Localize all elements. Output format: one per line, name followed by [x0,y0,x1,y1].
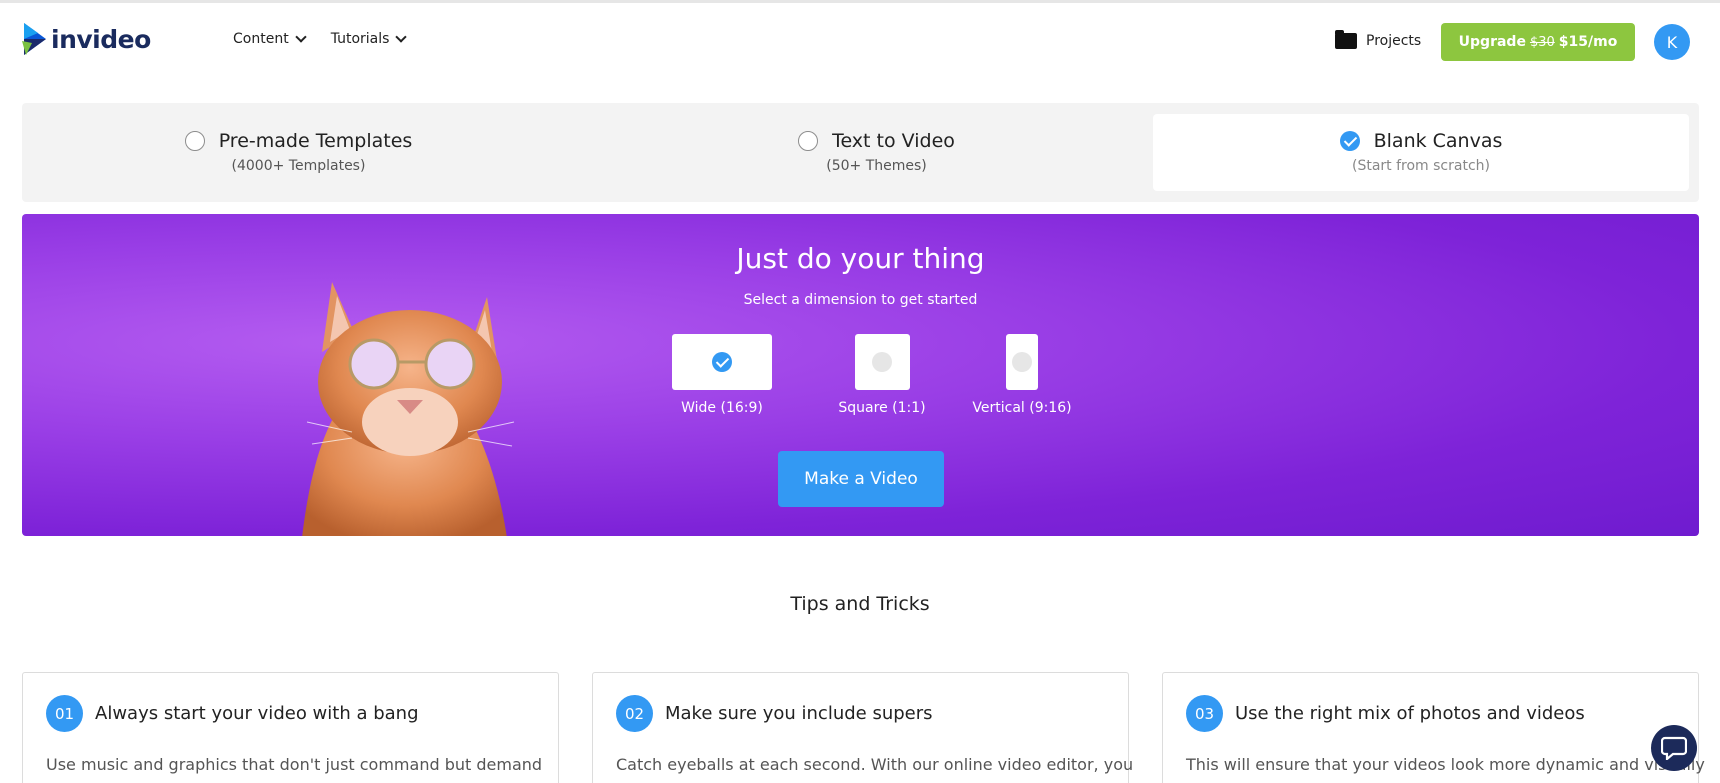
blank-canvas-hero: Just do your thing Select a dimension to… [22,214,1699,536]
dimension-vertical-preview[interactable] [1006,334,1038,390]
mode-subtitle: (4000+ Templates) [231,158,366,174]
upgrade-old-price: $30 [1529,34,1555,50]
cat-with-sunglasses-image [302,282,515,536]
tip-title: Always start your video with a bang [95,703,419,724]
tip-title: Make sure you include supers [665,703,933,724]
dimension-vertical-option[interactable]: Vertical (9:16) [952,334,1092,416]
projects-label: Projects [1366,33,1422,49]
nav-content-label: Content [233,31,289,47]
dimension-square-preview[interactable] [854,334,910,390]
radio-unchecked-icon[interactable] [798,131,819,151]
nav-tutorials-dropdown[interactable]: Tutorials [330,30,408,47]
dimension-square-label: Square (1:1) [838,400,926,416]
make-a-video-button[interactable]: Make a Video [778,451,944,507]
hero-subtitle: Select a dimension to get started [743,292,978,308]
tip-number-badge: 01 [46,695,83,732]
brand-name: invideo [51,24,151,54]
radio-unchecked-icon [872,352,892,372]
chat-support-button[interactable] [1651,725,1697,771]
tip-card: 02 Make sure you include supers Catch ey… [592,672,1133,783]
mode-title: Text to Video [832,130,955,152]
tip-card: 01 Always start your video with a bang U… [22,672,559,783]
mode-subtitle: (50+ Themes) [826,158,927,174]
tip-body: This will ensure that your videos look m… [1186,755,1705,774]
mode-subtitle: (Start from scratch) [1352,158,1490,174]
upgrade-button[interactable]: Upgrade $30 $15/mo [1441,23,1635,61]
hero-title: Just do your thing [736,242,985,275]
upgrade-label: Upgrade [1458,34,1526,50]
dimension-vertical-label: Vertical (9:16) [972,400,1072,416]
creation-mode-selector: Pre-made Templates (4000+ Templates) Tex… [22,103,1699,202]
tip-title: Use the right mix of photos and videos [1235,703,1585,724]
chevron-down-icon [295,30,307,43]
radio-unchecked-icon [1012,352,1032,372]
folder-icon [1335,30,1357,49]
mode-title: Blank Canvas [1373,130,1503,152]
tip-card: 03 Use the right mix of photos and video… [1162,672,1705,783]
brand-logo[interactable]: invideo [22,21,151,57]
user-avatar[interactable]: K [1654,24,1690,60]
tip-number-badge: 02 [616,695,653,732]
mode-premade-templates[interactable]: Pre-made Templates (4000+ Templates) [33,114,564,191]
tip-body: Use music and graphics that don't just c… [46,755,543,774]
tip-number-badge: 03 [1186,695,1223,732]
mode-blank-canvas[interactable]: Blank Canvas (Start from scratch) [1153,114,1689,191]
mode-title: Pre-made Templates [218,130,413,152]
projects-link[interactable]: Projects [1335,30,1422,49]
dimension-wide-label: Wide (16:9) [681,400,763,416]
radio-unchecked-icon[interactable] [184,131,205,151]
main-nav: Content Tutorials [233,30,408,47]
dimension-wide-preview[interactable] [672,334,772,390]
radio-checked-icon[interactable] [1339,131,1360,151]
play-triangle-logo-icon [22,23,46,55]
chevron-down-icon [395,30,408,43]
tips-section-title: Tips and Tricks [790,593,930,615]
chat-bubble-icon [1661,736,1687,760]
upgrade-new-price: $15/mo [1558,34,1618,50]
top-header: invideo Content Tutorials Projects Upgra… [0,3,1720,81]
dimension-wide-option[interactable]: Wide (16:9) [652,334,792,416]
dimension-square-option[interactable]: Square (1:1) [812,334,952,416]
check-icon [712,352,732,372]
nav-tutorials-label: Tutorials [330,31,390,47]
tip-body: Catch eyeballs at each second. With our … [616,755,1134,774]
nav-content-dropdown[interactable]: Content [233,30,307,47]
mode-text-to-video[interactable]: Text to Video (50+ Themes) [611,114,1142,191]
